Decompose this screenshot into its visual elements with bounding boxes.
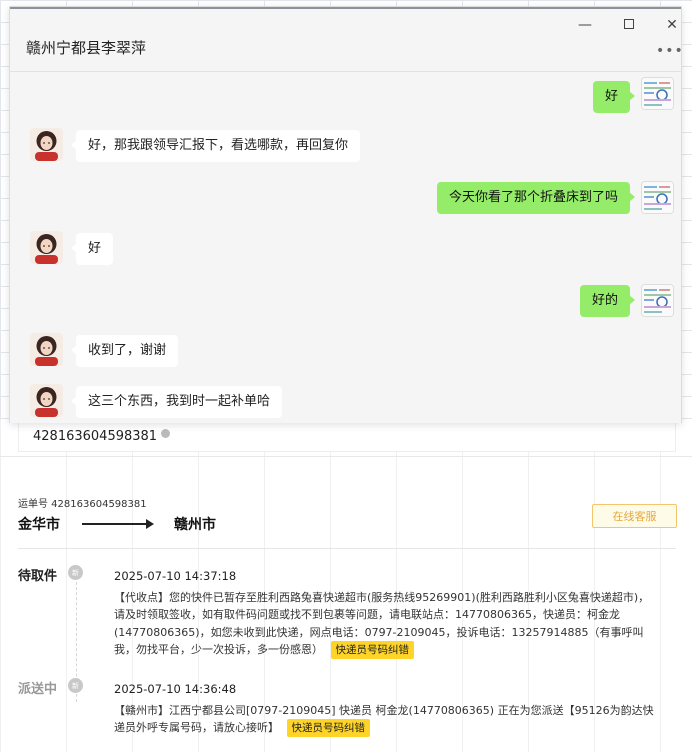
message-bubble[interactable]: 好的 [579, 285, 636, 317]
chat-window: 赣州宁都县李翠萍 — ✕ ••• 好 好，那我跟领导汇报下，看选哪款，再回复你 … [9, 6, 684, 423]
divider [0, 456, 692, 457]
new-badge-icon: 新 [68, 678, 83, 693]
message-bubble[interactable]: 好 [592, 81, 636, 113]
tracking-number-field[interactable]: 428163604598381 [18, 422, 676, 452]
my-avatar[interactable] [641, 284, 674, 317]
destination-city: 赣州市 [174, 517, 216, 533]
message-bubble[interactable]: 好，那我跟领导汇报下，看选哪款，再回复你 [70, 130, 361, 162]
message-bubble[interactable]: 这三个东西，我到时一起补单哈 [70, 386, 283, 418]
contact-avatar-image [30, 231, 63, 264]
contact-avatar-image [30, 384, 63, 417]
contact-avatar[interactable] [30, 384, 63, 417]
maximize-icon[interactable] [619, 17, 639, 33]
clear-dot-icon[interactable] [161, 429, 171, 438]
contact-avatar[interactable] [30, 231, 63, 264]
waybill-number: 运单号 428163604598381 [18, 499, 147, 510]
arrow-right-icon [82, 519, 154, 529]
message-bubble[interactable]: 今天你看了那个折叠床到了吗 [436, 182, 636, 214]
tracking-event: 2025-07-10 14:37:18 【代收点】您的快件已暂存至胜利西路兔喜快… [114, 568, 654, 659]
status-label: 待取件 [18, 569, 58, 584]
event-time: 2025-07-10 14:36:48 [114, 682, 237, 696]
courier-number-correction-button[interactable]: 快递员号码纠错 [330, 641, 414, 659]
message-bubble[interactable]: 好 [70, 233, 114, 265]
contact-avatar[interactable] [30, 128, 63, 161]
online-service-button[interactable]: 在线客服 [592, 504, 677, 528]
message-bubble[interactable]: 收到了，谢谢 [70, 335, 179, 367]
more-options-icon[interactable]: ••• [656, 43, 684, 59]
origin-city: 金华市 [18, 517, 60, 533]
chat-titlebar[interactable]: 赣州宁都县李翠萍 — ✕ ••• [10, 9, 684, 72]
minimize-icon[interactable]: — [575, 17, 595, 33]
my-avatar-image [642, 182, 673, 213]
event-text: 【赣州市】江西宁都县公司[0797-2109045] 快递员 柯金龙(14770… [114, 703, 654, 735]
contact-avatar-image [30, 128, 63, 161]
tracking-panel: 428163604598381 运单号 428163604598381 金华市 … [0, 420, 692, 752]
my-avatar-image [642, 285, 673, 316]
my-avatar-image [642, 78, 673, 109]
contact-avatar-image [30, 333, 63, 366]
status-label: 派送中 [18, 682, 58, 697]
my-avatar[interactable] [641, 77, 674, 110]
my-avatar[interactable] [641, 181, 674, 214]
close-icon[interactable]: ✕ [662, 17, 682, 33]
event-time: 2025-07-10 14:37:18 [114, 569, 237, 583]
courier-number-correction-button[interactable]: 快递员号码纠错 [286, 719, 370, 737]
chat-title: 赣州宁都县李翠萍 [26, 39, 147, 57]
message-list[interactable]: 好 好，那我跟领导汇报下，看选哪款，再回复你 今天你看了那个折叠床到了吗 好 好… [10, 73, 681, 423]
route: 金华市 赣州市 [18, 514, 216, 534]
tracking-event: 2025-07-10 14:36:48 【赣州市】江西宁都县公司[0797-21… [114, 681, 654, 737]
tracking-number-text: 428163604598381 [33, 429, 158, 444]
divider [18, 548, 676, 549]
new-badge-icon: 新 [68, 565, 83, 580]
contact-avatar[interactable] [30, 333, 63, 366]
